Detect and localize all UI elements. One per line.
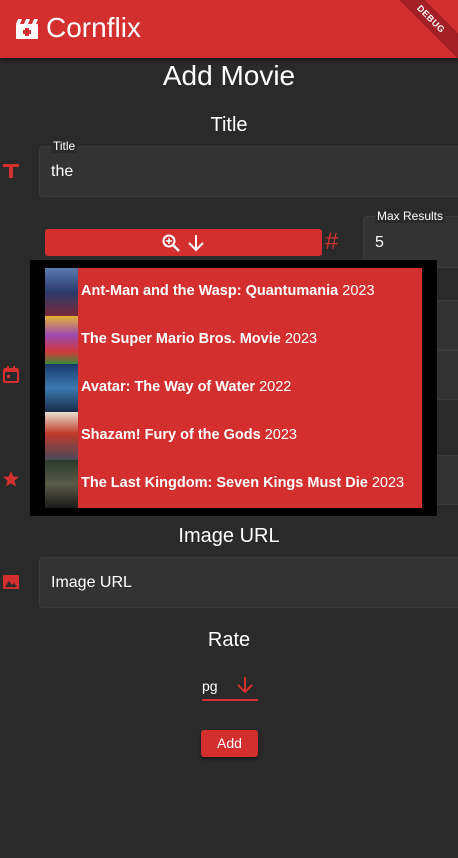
image-url-input[interactable]: Image URL xyxy=(39,557,458,608)
app-bar: Cornflix DEBUG xyxy=(0,0,458,58)
search-result-item[interactable]: Ant-Man and the Wasp: Quantumania 2023 xyxy=(45,268,422,316)
image-url-heading: Image URL xyxy=(178,525,280,547)
text-icon xyxy=(3,164,19,178)
title-field-label: Title xyxy=(51,139,78,153)
rate-heading: Rate xyxy=(207,629,251,651)
search-results-list: Ant-Man and the Wasp: Quantumania 2023 T… xyxy=(45,268,422,508)
movie-poster xyxy=(45,268,78,316)
search-results-popup: Ant-Man and the Wasp: Quantumania 2023 T… xyxy=(30,260,437,516)
max-results-label: Max Results xyxy=(375,209,446,223)
search-button[interactable] xyxy=(45,229,322,256)
arrow-down-icon xyxy=(188,235,204,252)
movie-year: 2022 xyxy=(259,379,292,395)
movie-title: Shazam! Fury of the Gods xyxy=(81,427,261,443)
movie-year: 2023 xyxy=(284,331,318,347)
search-result-item[interactable]: Shazam! Fury of the Gods 2023 xyxy=(45,412,422,460)
movie-poster xyxy=(45,460,78,508)
star-icon xyxy=(3,471,19,487)
movie-year: 2023 xyxy=(264,427,297,443)
title-input-value: the xyxy=(51,163,74,180)
add-button[interactable]: Add xyxy=(201,730,258,757)
max-results-value: 5 xyxy=(375,234,384,251)
movie-title: Ant-Man and the Wasp: Quantumania xyxy=(81,283,339,299)
zoom-in-icon xyxy=(162,234,180,252)
image-icon xyxy=(3,575,19,589)
movie-title: The Super Mario Bros. Movie xyxy=(81,331,281,347)
movie-icon xyxy=(16,19,38,39)
movie-poster xyxy=(45,316,78,364)
app-title: Cornflix xyxy=(46,12,141,43)
search-result-item[interactable]: Avatar: The Way of Water 2022 xyxy=(45,364,422,412)
movie-year: 2023 xyxy=(342,283,375,299)
movie-poster xyxy=(45,364,78,412)
movie-year: 2023 xyxy=(371,475,405,491)
rate-dropdown[interactable]: pg xyxy=(202,674,258,701)
movie-poster xyxy=(45,412,78,460)
image-url-placeholder: Image URL xyxy=(51,574,132,591)
rate-selected-value: pg xyxy=(202,678,218,694)
number-icon: # xyxy=(325,228,339,255)
page-title: Add Movie xyxy=(162,60,296,91)
arrow-down-icon xyxy=(237,677,253,694)
title-input[interactable]: Title the xyxy=(39,139,458,197)
movie-title: Avatar: The Way of Water xyxy=(81,379,256,395)
calendar-icon xyxy=(3,366,19,383)
debug-banner: DEBUG xyxy=(385,0,458,58)
search-result-item[interactable]: The Super Mario Bros. Movie 2023 xyxy=(45,316,422,364)
movie-title: The Last Kingdom: Seven Kings Must Die xyxy=(81,475,368,491)
title-heading: Title xyxy=(210,114,248,136)
search-result-item[interactable]: The Last Kingdom: Seven Kings Must Die 2… xyxy=(45,460,422,508)
